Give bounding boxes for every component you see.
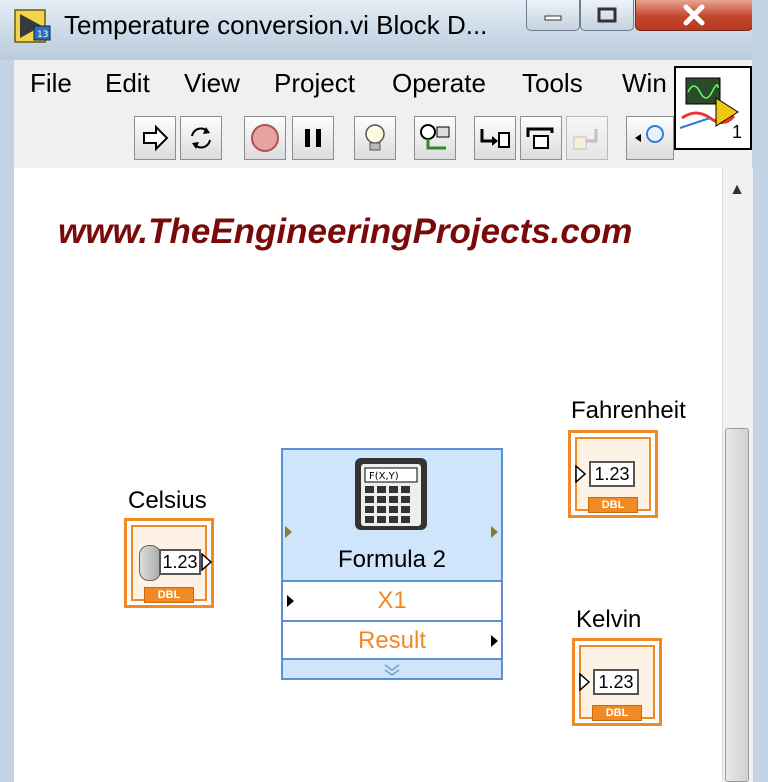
step-out-icon (573, 129, 598, 150)
menu-view[interactable]: View (184, 68, 240, 99)
run-continuously-icon (191, 127, 211, 149)
maximize-icon (597, 7, 617, 23)
error-in-terminal-icon (285, 526, 292, 538)
numeric-increment-icon (139, 545, 161, 581)
formula-input-label: X1 (377, 587, 407, 614)
run-arrow-icon (143, 124, 169, 152)
kelvin-indicator-terminal[interactable]: 1.23 DBL (572, 638, 662, 726)
menu-tools[interactable]: Tools (522, 68, 583, 99)
window-frame-left (0, 60, 14, 782)
formula-input-x1[interactable]: X1 (283, 580, 501, 620)
fahrenheit-label: Fahrenheit (571, 397, 686, 424)
maximize-button[interactable] (580, 0, 634, 31)
run-button[interactable] (134, 116, 176, 160)
labview-app-icon[interactable]: 13 (14, 8, 52, 44)
step-into-icon (480, 129, 510, 148)
step-into-button[interactable] (474, 116, 516, 160)
formula-calculator-icon: F(X,Y) (355, 458, 427, 530)
highlight-execution-button[interactable] (354, 116, 396, 160)
formula-expand-handle[interactable] (283, 658, 501, 680)
pause-button[interactable] (292, 116, 334, 160)
formula-icon-text: F(X,Y) (369, 471, 399, 482)
menu-edit[interactable]: Edit (105, 68, 150, 99)
abort-button[interactable] (244, 116, 286, 160)
abort-icon (251, 124, 279, 152)
celsius-label: Celsius (128, 487, 207, 514)
fahrenheit-indicator-terminal[interactable]: 1.23 DBL (568, 430, 658, 518)
output-arrow-icon (491, 635, 498, 647)
watermark-text: www.TheEngineeringProjects.com (58, 212, 633, 251)
search-icon (635, 125, 664, 143)
chevron-down-icon (384, 664, 400, 676)
kelvin-type-badge: DBL (592, 705, 642, 721)
celsius-type-badge: DBL (144, 587, 194, 603)
step-over-button[interactable] (520, 116, 562, 160)
formula-express-vi[interactable]: F(X,Y) Formula 2 X1 Result (281, 448, 503, 680)
svg-text:13: 13 (37, 30, 48, 40)
kelvin-value: 1.23 (593, 669, 639, 695)
run-continuously-button[interactable] (180, 116, 222, 160)
formula-title: Formula 2 (337, 546, 447, 573)
formula-output-label: Result (357, 627, 427, 654)
vi-icon-number: 1 (732, 122, 743, 142)
menu-file[interactable]: File (30, 68, 72, 99)
menu-project[interactable]: Project (274, 68, 355, 99)
input-arrow-icon (575, 465, 587, 483)
formula-output-result[interactable]: Result (283, 620, 501, 660)
vi-icon[interactable]: 1 (674, 66, 752, 150)
step-out-button[interactable] (566, 116, 608, 160)
retain-wire-values-icon (420, 124, 450, 150)
menu-window[interactable]: Win (622, 68, 667, 99)
input-arrow-icon (579, 673, 591, 691)
search-button[interactable] (626, 116, 674, 160)
minimize-button[interactable] (526, 0, 580, 31)
celsius-value: 1.23 (159, 549, 201, 575)
menu-operate[interactable]: Operate (392, 68, 486, 99)
highlight-execution-icon (365, 124, 385, 151)
scroll-up-arrow[interactable]: ▲ (722, 176, 752, 204)
close-button[interactable] (635, 0, 753, 31)
minimize-icon (544, 15, 562, 21)
window-title: Temperature conversion.vi Block D... (64, 10, 488, 40)
celsius-control-terminal[interactable]: 1.23 DBL (124, 518, 214, 608)
retain-wire-values-button[interactable] (414, 116, 456, 160)
output-arrow-icon (201, 553, 213, 571)
step-over-icon (526, 127, 554, 149)
pause-icon (305, 129, 321, 147)
close-icon (683, 4, 705, 26)
scrollbar-thumb[interactable] (725, 428, 749, 782)
fahrenheit-type-badge: DBL (588, 497, 638, 513)
error-out-terminal-icon (491, 526, 498, 538)
fahrenheit-value: 1.23 (589, 461, 635, 487)
kelvin-label: Kelvin (576, 606, 642, 633)
window-frame-right (752, 0, 768, 782)
input-arrow-icon (287, 595, 294, 607)
